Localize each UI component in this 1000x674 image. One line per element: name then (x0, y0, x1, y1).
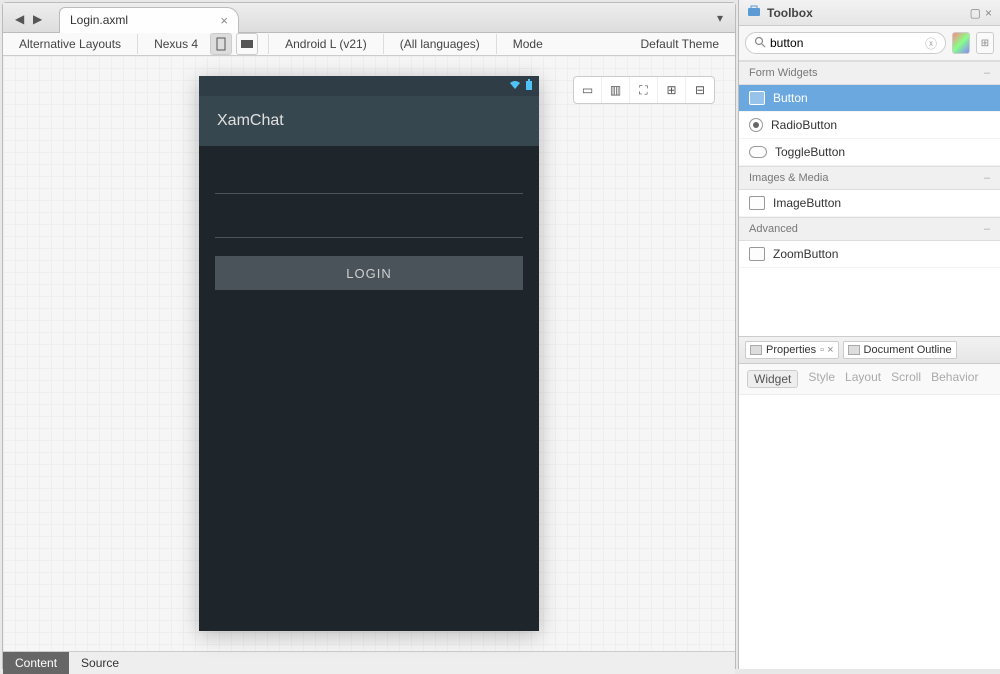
view-tabs: Content Source (3, 651, 735, 674)
clear-search-icon[interactable]: ⓧ (925, 35, 937, 52)
property-tabs: Widget Style Layout Scroll Behavior (739, 364, 1000, 395)
button-icon (749, 196, 765, 210)
password-field[interactable] (215, 202, 523, 238)
canvas-toolbar: ▭ ▥ ⛶ ⊞ ⊟ (573, 76, 715, 104)
outline-icon (848, 345, 860, 355)
minimize-icon[interactable]: ▢ (970, 6, 981, 20)
category-header[interactable]: Advanced– (739, 217, 1000, 241)
property-tab-widget[interactable]: Widget (747, 370, 798, 388)
radio-icon (749, 118, 763, 132)
toolbox-list: Form Widgets– Button RadioButton ToggleButt… (739, 61, 1000, 336)
widget-label: ZoomButton (773, 247, 838, 261)
tab-dropdown-icon[interactable]: ▾ (717, 11, 723, 25)
widget-label: Button (773, 91, 808, 105)
toolbox-search-row: ⓧ ⊞ (739, 26, 1000, 61)
content-tab[interactable]: Content (3, 652, 69, 674)
color-view-button[interactable] (952, 32, 970, 54)
phone-status-bar (199, 76, 539, 96)
username-field[interactable] (215, 158, 523, 194)
search-input[interactable] (770, 36, 925, 50)
right-side-panel: Toolbox ▢ × ⓧ ⊞ Form Widgets– Button Radio… (738, 0, 1000, 669)
collapse-icon[interactable]: – (984, 172, 990, 184)
tool-2-icon[interactable]: ▥ (602, 77, 630, 103)
file-tab[interactable]: Login.axml × (59, 7, 239, 33)
widget-label: RadioButton (771, 118, 837, 132)
category-header[interactable]: Form Widgets– (739, 61, 1000, 85)
app-title: XamChat (217, 112, 284, 130)
properties-tab[interactable]: Properties ▫ × (745, 341, 839, 359)
nav-back-icon[interactable]: ◀ (15, 12, 27, 24)
fullscreen-icon[interactable]: ⛶ (630, 77, 658, 103)
collapse-icon[interactable]: – (984, 223, 990, 235)
close-panel-icon[interactable]: × (985, 6, 992, 20)
widget-item[interactable]: RadioButton (739, 112, 1000, 139)
file-tab-label: Login.axml (70, 13, 128, 27)
toolbox-title: Toolbox (767, 6, 813, 20)
widget-item[interactable]: ZoomButton (739, 241, 1000, 268)
toolbox-header: Toolbox ▢ × (739, 0, 1000, 26)
widget-label: ToggleButton (775, 145, 845, 159)
mode-selector[interactable]: Mode (507, 33, 549, 55)
properties-body (739, 395, 1000, 670)
collapse-icon[interactable]: – (984, 67, 990, 79)
designer-toolbar: Alternative Layouts Nexus 4 Android L (v… (3, 33, 735, 56)
button-icon (749, 247, 765, 261)
android-version-selector[interactable]: Android L (v21) (279, 33, 373, 55)
login-button[interactable]: LOGIN (215, 256, 523, 290)
zoom-in-icon[interactable]: ⊞ (658, 77, 686, 103)
landscape-icon[interactable] (236, 33, 258, 55)
widget-item[interactable]: ToggleButton (739, 139, 1000, 166)
grid-view-button[interactable]: ⊞ (976, 32, 994, 54)
app-action-bar[interactable]: XamChat (199, 96, 539, 146)
portrait-icon[interactable] (210, 33, 232, 55)
properties-header: Properties ▫ × Document Outline (739, 336, 1000, 364)
toolbox-icon (747, 5, 761, 20)
property-tab-style[interactable]: Style (808, 370, 835, 388)
device-preview[interactable]: XamChat LOGIN (199, 76, 539, 631)
source-tab[interactable]: Source (69, 652, 131, 674)
device-selector[interactable]: Nexus 4 (148, 33, 204, 55)
tool-1-icon[interactable]: ▭ (574, 77, 602, 103)
property-tab-behavior[interactable]: Behavior (931, 370, 978, 388)
widget-label: ImageButton (773, 196, 841, 210)
design-canvas[interactable]: ▭ ▥ ⛶ ⊞ ⊟ XamChat (3, 56, 735, 651)
widget-item[interactable]: Button (739, 85, 1000, 112)
button-icon (749, 91, 765, 105)
nav-forward-icon[interactable]: ▶ (33, 12, 45, 24)
zoom-out-icon[interactable]: ⊟ (686, 77, 714, 103)
properties-icon (750, 345, 762, 355)
wifi-icon (509, 80, 521, 93)
search-icon (754, 36, 766, 51)
widget-item[interactable]: ImageButton (739, 190, 1000, 217)
search-box[interactable]: ⓧ (745, 32, 946, 54)
document-outline-tab[interactable]: Document Outline (843, 341, 957, 359)
designer-panel: ◀ ▶ Login.axml × ▾ Alternative Layouts N… (2, 2, 736, 669)
file-tab-bar: ◀ ▶ Login.axml × ▾ (3, 3, 735, 33)
alt-layouts-button[interactable]: Alternative Layouts (13, 33, 127, 55)
language-selector[interactable]: (All languages) (394, 33, 486, 55)
category-header[interactable]: Images & Media– (739, 166, 1000, 190)
property-tab-layout[interactable]: Layout (845, 370, 881, 388)
close-icon[interactable]: × (220, 13, 228, 28)
toggle-icon (749, 146, 767, 158)
property-tab-scroll[interactable]: Scroll (891, 370, 921, 388)
theme-selector[interactable]: Default Theme (635, 33, 726, 55)
battery-icon (525, 79, 533, 94)
